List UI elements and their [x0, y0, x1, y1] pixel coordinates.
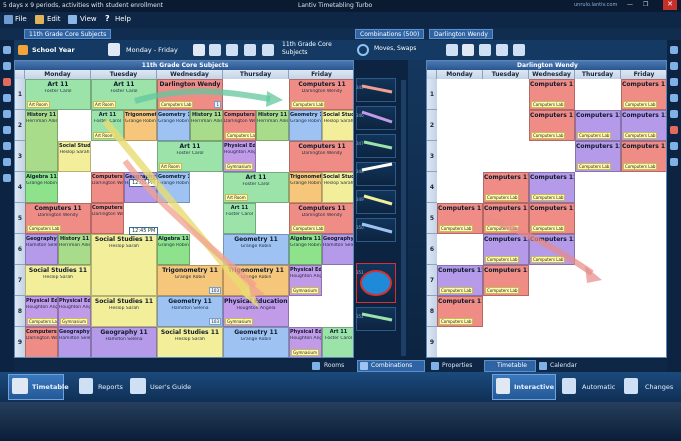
interactive-mode-label[interactable]: Interactive	[514, 383, 554, 391]
title-bar: 5 days x 9 periods, activities with stud…	[0, 0, 681, 12]
menu-edit[interactable]: Edit	[47, 15, 61, 23]
pin-icon[interactable]	[3, 142, 11, 150]
arrow-up-icon[interactable]	[670, 94, 678, 102]
move-arrow	[486, 216, 594, 276]
left-tool-strip	[0, 40, 14, 370]
delete-icon[interactable]	[3, 78, 11, 86]
view-toolbar: School Year Monday - Friday 11th Grade C…	[0, 40, 681, 60]
school-year-icon	[18, 45, 28, 55]
app-url: unrulo.lantiv.com	[574, 2, 618, 8]
person-icon[interactable]	[670, 142, 678, 150]
view-subject-icon[interactable]	[244, 44, 256, 56]
tab-left-view[interactable]: 11th Grade Core Subjects	[24, 29, 112, 39]
right-tool-strip	[667, 40, 681, 370]
view-room-icon[interactable]	[226, 44, 238, 56]
subjects-title-line2: Subjects	[282, 49, 308, 56]
changes-icon	[624, 378, 638, 394]
calendar-tab[interactable]: Calendar	[550, 362, 577, 369]
group-icon[interactable]	[670, 158, 678, 166]
timetable-nav-icon	[12, 378, 28, 394]
bottom-navigation: Timetable Reports User's Guide Interacti…	[0, 372, 681, 402]
move-arrow	[134, 88, 271, 104]
combinations-icon	[360, 362, 368, 370]
shield-icon[interactable]	[3, 126, 11, 134]
calendar-tab-icon	[539, 362, 547, 370]
move-arrow	[102, 118, 253, 299]
tab-combinations[interactable]: Combinations (500)	[355, 29, 425, 39]
close-icon[interactable]: ✕	[663, 0, 677, 10]
edit-menu-icon	[35, 15, 44, 24]
window-subtitle: 5 days x 9 periods, activities with stud…	[3, 2, 163, 9]
file-menu-icon	[4, 15, 13, 24]
automatic-icon	[562, 378, 576, 394]
right-view-room-icon[interactable]	[479, 44, 491, 56]
moves-swaps-label: Moves, Swaps	[374, 45, 417, 52]
days-range-label[interactable]: Monday - Friday	[126, 46, 178, 54]
remove-icon[interactable]	[670, 126, 678, 134]
lock-icon[interactable]	[3, 110, 11, 118]
panel-tab-row: 11th Grade Core Subjects Combinations (5…	[0, 28, 681, 40]
view-people-icon[interactable]	[193, 44, 205, 56]
add-icon[interactable]	[670, 62, 678, 70]
properties-icon	[431, 362, 439, 370]
properties-tab[interactable]: Properties	[442, 362, 472, 369]
menu-help[interactable]: Help	[115, 15, 131, 23]
minimize-icon[interactable]: —	[627, 1, 637, 9]
window-reflection	[0, 402, 681, 441]
copy-icon[interactable]	[670, 110, 678, 118]
right-view-teacher-icon[interactable]	[462, 44, 474, 56]
guide-book-icon	[130, 378, 146, 394]
rooms-icon	[312, 362, 320, 370]
panel-switcher: Rooms Combinations Properties Timetable …	[14, 360, 667, 372]
arrow-head	[266, 91, 283, 107]
undo-icon[interactable]	[3, 46, 11, 54]
menu-bar: File Edit View ? Help	[0, 12, 681, 28]
menu-file[interactable]: File	[15, 15, 27, 23]
move-arrows-overlay	[102, 88, 283, 308]
subjects-title-line1: 11th Grade Core	[282, 41, 332, 48]
automatic-mode-label[interactable]: Automatic	[582, 383, 615, 391]
combinations-panel: 345 346 347 348 349 350 351 352	[354, 60, 408, 358]
rooms-tab[interactable]: Rooms	[324, 362, 344, 369]
padlock-icon[interactable]	[3, 174, 11, 182]
app-title: Lantiv Timetabling Turbo	[298, 2, 373, 9]
arrow-head	[585, 266, 602, 283]
teacher-move-arrow-overlay	[486, 216, 602, 283]
menu-view[interactable]: View	[80, 15, 97, 23]
filter-icon[interactable]	[3, 158, 11, 166]
view-menu-icon	[68, 15, 77, 24]
tab-right-view[interactable]: Darlington Wendy	[429, 29, 493, 39]
right-view-people-icon[interactable]	[446, 44, 458, 56]
timetable-tab[interactable]: Timetable	[497, 362, 527, 369]
right-view-subject-icon[interactable]	[496, 44, 508, 56]
timetabling-app-window: 5 days x 9 periods, activities with stud…	[0, 0, 681, 441]
view-class-icon[interactable]	[209, 44, 221, 56]
combinations-scrollbar[interactable]	[401, 80, 406, 356]
view-building-icon[interactable]	[262, 44, 274, 56]
combination-sketches	[361, 84, 393, 322]
refresh-side-icon[interactable]	[3, 94, 11, 102]
edit-icon[interactable]	[670, 46, 678, 54]
combinations-tab[interactable]: Combinations	[371, 362, 412, 369]
refresh-icon[interactable]	[357, 44, 369, 56]
school-year-label[interactable]: School Year	[32, 46, 75, 54]
timetable-nav-label[interactable]: Timetable	[32, 383, 69, 391]
arrow-down-icon[interactable]	[670, 78, 678, 86]
teacher-timetable-panel: Darlington Wendy Monday Tuesday Wednesda…	[426, 60, 667, 358]
reports-nav-label[interactable]: Reports	[98, 383, 123, 391]
redo-icon[interactable]	[3, 62, 11, 70]
restore-icon[interactable]: ❐	[643, 1, 653, 9]
interactive-hand-icon	[496, 378, 510, 394]
reports-icon	[79, 378, 93, 394]
right-view-building-icon[interactable]	[513, 44, 525, 56]
changes-label[interactable]: Changes	[645, 383, 673, 391]
class-timetable-panel: 11th Grade Core Subjects Monday Tuesday …	[14, 60, 354, 358]
guide-nav-label[interactable]: User's Guide	[150, 383, 191, 391]
calendar-icon[interactable]	[108, 43, 120, 56]
help-icon: ?	[105, 14, 110, 23]
